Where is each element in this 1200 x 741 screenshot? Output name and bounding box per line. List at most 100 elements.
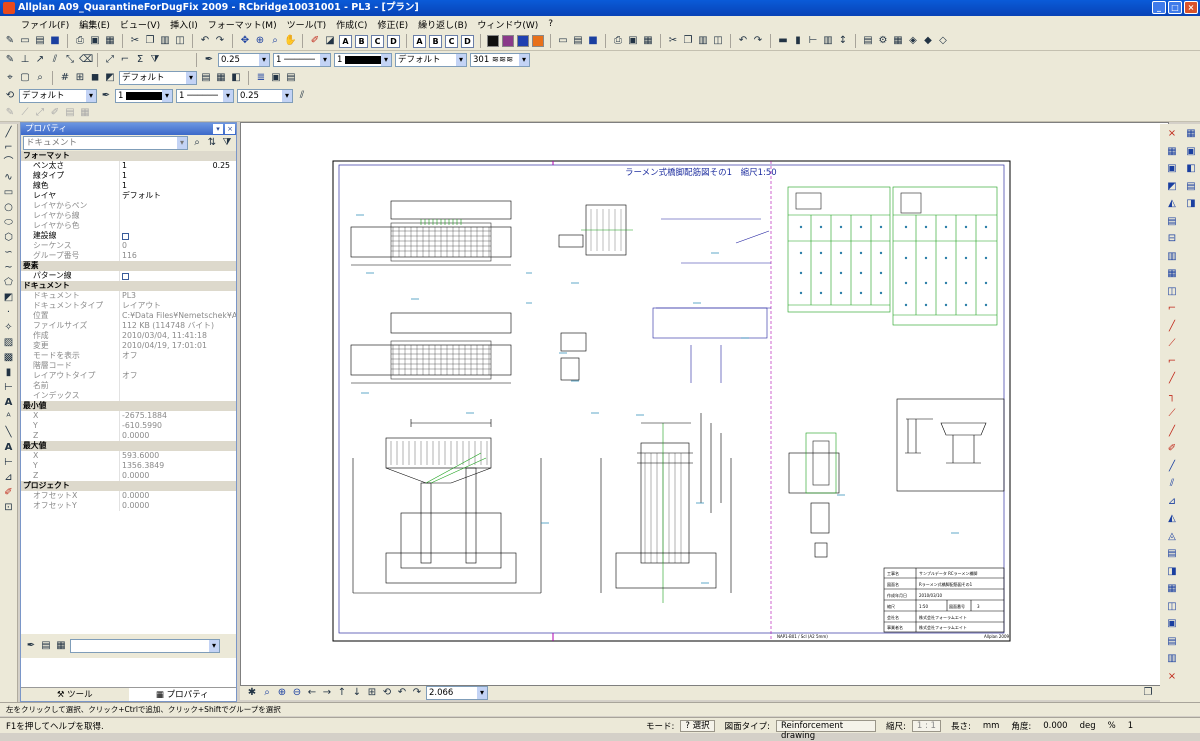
redo-icon[interactable]: ↷	[214, 35, 226, 47]
drawing-canvas[interactable]: ラーメン式橋脚配筋図その1 縮尺1:50 工事名 サンプルデータ RCラーメン橋…	[240, 122, 1169, 686]
paste-special-icon[interactable]: ◫	[174, 35, 186, 47]
print-icon[interactable]: ⎙	[74, 35, 86, 47]
line-tool-icon[interactable]: ╱	[3, 127, 15, 139]
cube-icon[interactable]: ◈	[907, 35, 919, 47]
view-tool-0-icon[interactable]: ▦	[1185, 128, 1197, 140]
divide-icon[interactable]: ⌐	[1166, 356, 1178, 368]
break-icon[interactable]: ⌐	[119, 54, 131, 66]
cancel-icon[interactable]: ×	[1166, 671, 1178, 683]
zoom-in-nav-icon[interactable]: ⊕	[276, 687, 288, 699]
join-icon[interactable]: ╱	[1166, 373, 1178, 385]
save-icon-2[interactable]: ■	[587, 35, 599, 47]
letter2-button-c[interactable]: C	[445, 34, 458, 48]
view-tool-1-icon[interactable]: ▣	[1185, 146, 1197, 158]
delete-icon[interactable]: ×	[1166, 128, 1178, 140]
property-value[interactable]: 1	[119, 181, 236, 191]
pan-right-icon[interactable]: →	[321, 687, 333, 699]
dimension-icon[interactable]: ⊥	[19, 54, 31, 66]
label-line-tool-icon[interactable]: ╲	[3, 427, 15, 439]
copy-icon[interactable]: ❐	[144, 35, 156, 47]
property-section-header[interactable]: 最小値	[21, 401, 236, 411]
copy-icon-2[interactable]: ❐	[682, 35, 694, 47]
menu-file[interactable]: ファイル(F)	[16, 18, 74, 31]
magnifier-icon[interactable]: ⌕	[34, 72, 46, 84]
move-icon-2[interactable]: ↕	[837, 35, 849, 47]
view-tool-3-icon[interactable]: ▤	[1185, 181, 1197, 193]
property-row[interactable]: 線タイプ 1	[21, 171, 236, 181]
letter-button-c[interactable]: C	[371, 34, 384, 48]
layer-select[interactable]: デフォルト	[19, 89, 97, 103]
menu-repeat[interactable]: 繰り返し(B)	[413, 18, 472, 31]
trim-icon[interactable]: ⤢	[104, 54, 116, 66]
property-value[interactable]: 1	[119, 171, 236, 181]
layer-swap-icon[interactable]: ◨	[1166, 566, 1178, 578]
layer-visibility-icon[interactable]: ◧	[230, 72, 242, 84]
zoom-icon[interactable]: ⌕	[269, 35, 281, 47]
modify-line-icon[interactable]: ↗	[34, 54, 46, 66]
text-format-icon[interactable]: ◪	[324, 35, 336, 47]
menu-help[interactable]: ?	[543, 19, 558, 29]
modify-tool-icon[interactable]: ✐	[3, 487, 15, 499]
next-view-icon[interactable]: ↷	[411, 687, 423, 699]
letter2-button-d[interactable]: D	[461, 34, 474, 48]
region-tool-icon[interactable]: ⬠	[3, 277, 15, 289]
trim-icon[interactable]: ╱	[1166, 321, 1178, 333]
pattern-tool-icon[interactable]: ▩	[3, 352, 15, 364]
text-tool-icon[interactable]: A	[3, 397, 15, 409]
cut-icon[interactable]: ✂	[129, 35, 141, 47]
block-icon[interactable]: ▤	[1166, 636, 1178, 648]
status-length-value[interactable]: mm	[977, 721, 1006, 731]
search-icon[interactable]: ⌕	[191, 137, 203, 149]
offset-line-icon[interactable]: ⫽	[1166, 478, 1178, 490]
status-scale-value[interactable]: 1 : 1	[911, 719, 941, 732]
pen-red-icon[interactable]: ✐	[309, 35, 321, 47]
status-type-value[interactable]: Reinforcement drawing	[775, 719, 876, 741]
stretch-icon[interactable]: ⤡	[64, 54, 76, 66]
settings-icon[interactable]: ⚙	[877, 35, 889, 47]
point-tool-icon[interactable]: ·	[3, 307, 15, 319]
letter-button-b[interactable]: B	[355, 34, 368, 48]
polygon-tool-icon[interactable]: ⬡	[3, 232, 15, 244]
letter-button-a[interactable]: A	[339, 34, 352, 48]
new-file-icon[interactable]: ▭	[19, 35, 31, 47]
copy-cells-icon[interactable]: ▦	[1166, 146, 1178, 158]
pen-icon-2[interactable]: ✒	[100, 90, 112, 102]
snap-icon[interactable]: ⌖	[4, 72, 16, 84]
move-icon[interactable]: ✥	[239, 35, 251, 47]
undo-icon-2[interactable]: ↶	[737, 35, 749, 47]
status-percent-value[interactable]: 1	[1122, 721, 1139, 731]
close-button[interactable]: ×	[1184, 1, 1198, 14]
property-section-header[interactable]: 最大値	[21, 441, 236, 451]
layer-list-icon[interactable]: ▤	[285, 72, 297, 84]
fillet-icon[interactable]: ◫	[1166, 286, 1178, 298]
property-row[interactable]: 線色 1	[21, 181, 236, 191]
property-value[interactable]	[119, 231, 236, 241]
layer-icon-2[interactable]: ⟲	[4, 90, 16, 102]
pan-down-icon[interactable]: ↓	[351, 687, 363, 699]
wall-tool-icon[interactable]: ▮	[3, 367, 15, 379]
paste-special-icon-2[interactable]: ◫	[712, 35, 724, 47]
curve-tool-icon[interactable]: ∽	[3, 247, 15, 259]
zoom-window-icon[interactable]: ⌕	[261, 687, 273, 699]
parallel-icon[interactable]: ╱	[1166, 461, 1178, 473]
chamfer-icon[interactable]: ⌐	[1166, 303, 1178, 315]
prism-icon[interactable]: ◭	[1166, 513, 1178, 525]
leader-tool-icon[interactable]: ⊿	[3, 472, 15, 484]
property-checkbox[interactable]	[122, 272, 129, 280]
filter-icon[interactable]: ⧩	[149, 54, 161, 66]
menu-insert[interactable]: 挿入(I)	[165, 18, 203, 31]
property-row[interactable]: 建設線	[21, 231, 236, 241]
attributes-icon[interactable]: ▦	[1166, 583, 1178, 595]
print-preview-icon[interactable]: ▣	[89, 35, 101, 47]
erase-icon[interactable]: ⌫	[79, 54, 93, 66]
pen-settings-icon[interactable]: ⫽	[296, 90, 308, 102]
letter2-button-a[interactable]: A	[413, 34, 426, 48]
library-icon[interactable]: ▦	[892, 35, 904, 47]
ellipse-tool-icon[interactable]: ⬭	[3, 217, 15, 229]
label-tool-icon[interactable]: ⊡	[3, 502, 15, 514]
print-icon-2[interactable]: ⎙	[612, 35, 624, 47]
pen3-select[interactable]: 0.25	[237, 89, 293, 103]
color-swatch-orange[interactable]	[532, 35, 544, 47]
hatch-select[interactable]: 301 ≋≋≋	[470, 53, 530, 67]
wall-icon[interactable]: ▮	[792, 35, 804, 47]
